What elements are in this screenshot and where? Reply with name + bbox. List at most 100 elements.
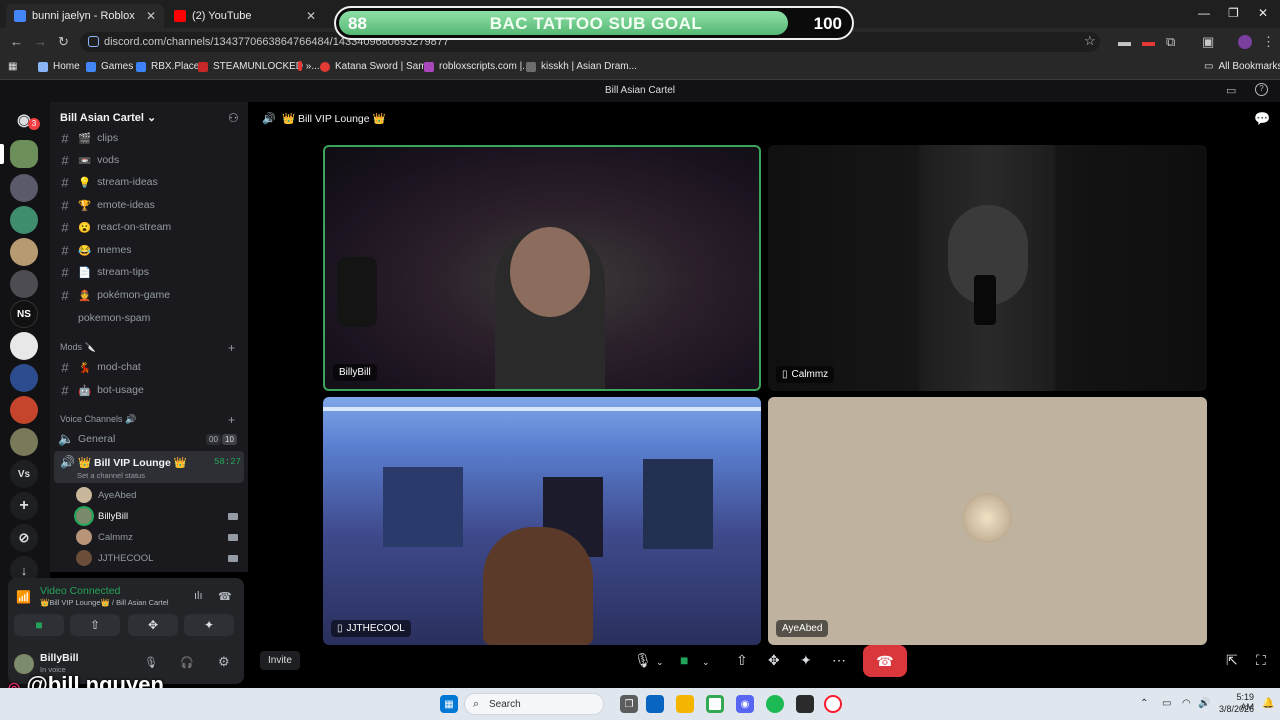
noise-suppression-icon[interactable]: ılı [194,590,203,602]
close-window-icon[interactable]: ✕ [1258,6,1268,20]
video-tile-jjthecool[interactable]: ▯ JJTHECOOL [323,397,761,645]
menu-kebab-icon[interactable]: ⋮ [1262,34,1275,50]
bookmark-games[interactable]: Games [86,61,133,72]
start-icon[interactable]: ▦ [440,695,458,713]
volume-icon[interactable]: 🔊 [1198,698,1210,709]
app-icon[interactable] [796,695,814,713]
reload-icon[interactable]: ↻ [58,34,69,50]
invite-people-icon[interactable]: ⚇ [228,111,239,125]
channel-stream-tips[interactable]: # 📄 stream-tips [58,262,244,282]
close-tab-icon[interactable]: ✕ [146,9,156,23]
call-more-options-icon[interactable]: ⋯ [832,652,846,669]
close-tab-icon[interactable]: ✕ [306,9,316,23]
voice-member-jjthecool[interactable]: JJTHECOOL [76,548,153,568]
channel-clips[interactable]: # 🎬 clips [58,128,244,148]
headphones-icon[interactable]: 🎧 [180,656,194,669]
profile-avatar[interactable] [1238,35,1252,49]
discover-icon[interactable]: ⊘ [10,524,38,552]
task-view-icon[interactable]: ❐ [620,695,638,713]
chrome-icon[interactable] [706,695,724,713]
server-icon[interactable] [10,364,38,392]
channel-pokémon-game[interactable]: # 👲 pokémon-game [58,285,244,305]
wifi-icon[interactable]: ◠ [1182,698,1191,709]
channel-vods[interactable]: # 📼 vods [58,150,244,170]
create-channel-icon[interactable]: + [228,341,235,355]
inbox-icon[interactable]: ▭ [1226,84,1236,97]
call-soundboard-icon[interactable]: ✦ [800,652,812,669]
microphone-options-chevron-icon[interactable]: ⌄ [656,657,664,668]
bookmark-katana[interactable]: Katana Sword | Sam... [320,61,435,72]
browser-tab-roblox[interactable]: bunni jaelyn - Roblox ✕ [6,4,164,28]
notifications-icon[interactable]: 🔔 [1262,698,1274,709]
settings-gear-icon[interactable]: ⚙ [218,654,230,670]
server-icon[interactable] [10,270,38,298]
back-icon[interactable]: ← [10,34,23,49]
screen-share-button[interactable]: ⇧ [70,614,120,636]
channel-bot-usage[interactable]: # 🤖 bot-usage [58,380,244,400]
disconnect-icon[interactable]: ☎ [218,590,232,603]
opera-icon[interactable] [824,695,842,713]
server-icon[interactable] [10,428,38,456]
server-icon[interactable] [10,332,38,360]
category-voice[interactable]: Voice Channels 🔊 [60,414,136,425]
video-tile-calmmz[interactable]: ▯ Calmmz [768,145,1207,391]
discord-taskbar-icon[interactable]: ◉ [736,695,754,713]
app-icon[interactable] [646,695,664,713]
channel-status[interactable]: Set a channel status [77,471,145,480]
server-icon[interactable] [10,396,38,424]
minimize-icon[interactable]: — [1198,6,1210,20]
bookmark-kisskh[interactable]: kisskh | Asian Dram... [526,61,637,72]
video-tile-ayeabed[interactable]: AyeAbed [768,397,1207,645]
sidebar-icon[interactable]: ▣ [1202,34,1214,50]
connection-location[interactable]: 👑Bill VIP Lounge👑 / Bill Asian Cartel [40,598,169,607]
bookmark-robloxscripts[interactable]: robloxscripts.com |... [424,61,531,72]
channel-mod-chat[interactable]: # 💃 mod-chat [58,357,244,377]
channel-react-on-stream[interactable]: # 😮 react-on-stream [58,217,244,237]
server-header[interactable]: Bill Asian Cartel ⌄ [60,111,156,124]
apps-grid-icon[interactable]: ▦ [8,61,17,72]
soundboard-button[interactable]: ✦ [184,614,234,636]
voice-member-billybill[interactable]: BillyBill [76,506,128,526]
video-tile-billybill[interactable]: BillyBill [323,145,761,391]
connection-status[interactable]: Video Connected [40,585,120,597]
channel-memes[interactable]: # 😂 memes [58,240,244,260]
connection-signal-icon[interactable]: 📶 [16,590,31,604]
channel-emote-ideas[interactable]: # 🏆 emote-ideas [58,195,244,215]
invite-button[interactable]: Invite [260,651,300,670]
server-icon[interactable] [10,238,38,266]
spotify-icon[interactable] [766,695,784,713]
extensions-puzzle-icon[interactable]: ⧉ [1166,34,1175,50]
server-bill-asian-cartel[interactable] [10,140,38,168]
taskbar-date[interactable]: 3/8/2026 [1214,704,1254,714]
extension-red-icon[interactable]: ▬ [1142,34,1155,49]
channel-pokemon-spam[interactable]: pokemon-spam [58,308,244,328]
bookmark-star-icon[interactable]: ☆ [1084,33,1096,49]
bookmark-rbxplace[interactable]: RBX.Place [136,61,199,72]
forward-icon[interactable]: → [34,34,47,49]
microphone-icon[interactable]: 🎙 [144,656,158,669]
channel-stream-ideas[interactable]: # 💡 stream-ideas [58,172,244,192]
bookmark-separator-item[interactable] [298,61,302,71]
extension-icon[interactable]: ▬ [1118,34,1131,49]
category-mods[interactable]: Mods 🔪 [60,342,96,353]
server-icon[interactable] [10,174,38,202]
maximize-icon[interactable]: ❐ [1228,6,1239,20]
tray-chevron-icon[interactable]: ⌃ [1140,698,1148,709]
leave-call-button[interactable]: ☎ [863,645,907,677]
chat-bubble-icon[interactable]: 💬 [1254,111,1270,127]
call-microphone-icon[interactable]: 🎙 [634,652,652,669]
server-vs[interactable]: Vs [10,460,38,488]
server-icon[interactable] [10,206,38,234]
user-avatar[interactable] [14,654,34,674]
call-activities-icon[interactable]: ✥ [768,652,780,669]
server-ns[interactable]: NS [10,300,38,328]
voice-member-ayeabed[interactable]: AyeAbed [76,485,136,505]
call-camera-icon[interactable]: ■ [680,652,688,668]
site-info-icon[interactable] [88,36,99,47]
bookmark-home[interactable]: Home [38,61,80,72]
browser-tab-youtube[interactable]: (2) YouTube ✕ [166,4,324,28]
file-explorer-icon[interactable] [676,695,694,713]
create-voice-channel-icon[interactable]: + [228,413,235,427]
activities-button[interactable]: ✥ [128,614,178,636]
help-icon[interactable]: ? [1255,83,1268,96]
